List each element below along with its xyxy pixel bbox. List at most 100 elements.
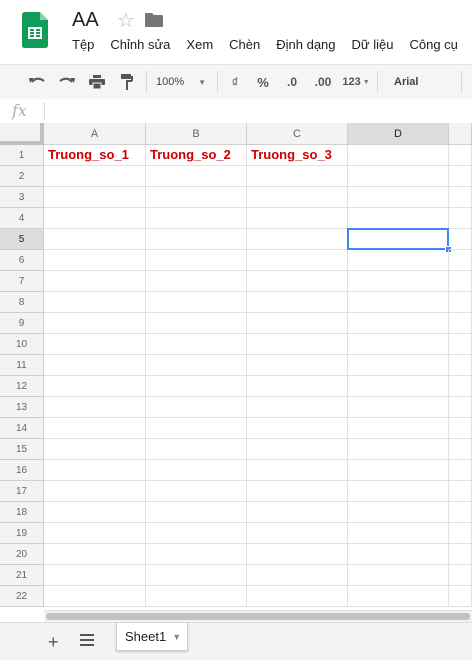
cell-c20[interactable] <box>247 544 348 565</box>
cell-c2[interactable] <box>247 166 348 187</box>
row-header-15[interactable]: 15 <box>0 439 44 460</box>
all-sheets-icon[interactable] <box>80 634 94 646</box>
cell-a17[interactable] <box>44 481 146 502</box>
row-header-3[interactable]: 3 <box>0 187 44 208</box>
increase-decimal-button[interactable]: .00 <box>310 65 336 99</box>
cell-a7[interactable] <box>44 271 146 292</box>
cell-c14[interactable] <box>247 418 348 439</box>
cell-a20[interactable] <box>44 544 146 565</box>
folder-icon[interactable] <box>145 13 163 27</box>
cell-e20[interactable] <box>449 544 472 565</box>
currency-format-button[interactable]: ₫ <box>226 65 244 99</box>
cell-d9[interactable] <box>348 313 449 334</box>
cell-b22[interactable] <box>146 586 247 607</box>
cell-e21[interactable] <box>449 565 472 586</box>
cell-e9[interactable] <box>449 313 472 334</box>
cell-b5[interactable] <box>146 229 247 250</box>
cell-d4[interactable] <box>348 208 449 229</box>
menu-view[interactable]: Xem <box>178 37 221 55</box>
cell-b15[interactable] <box>146 439 247 460</box>
decrease-decimal-button[interactable]: .0 <box>281 65 303 99</box>
cell-e11[interactable] <box>449 355 472 376</box>
cell-d2[interactable] <box>348 166 449 187</box>
cell-c4[interactable] <box>247 208 348 229</box>
cell-d11[interactable] <box>348 355 449 376</box>
cell-c19[interactable] <box>247 523 348 544</box>
cell-b6[interactable] <box>146 250 247 271</box>
cell-e19[interactable] <box>449 523 472 544</box>
cell-d13[interactable] <box>348 397 449 418</box>
cell-e17[interactable] <box>449 481 472 502</box>
row-header-20[interactable]: 20 <box>0 544 44 565</box>
font-family-select[interactable]: Arial <box>386 65 464 99</box>
row-header-11[interactable]: 11 <box>0 355 44 376</box>
cell-c10[interactable] <box>247 334 348 355</box>
cell-e14[interactable] <box>449 418 472 439</box>
cell-b20[interactable] <box>146 544 247 565</box>
cell-b9[interactable] <box>146 313 247 334</box>
paint-format-icon[interactable] <box>116 65 138 99</box>
cell-b16[interactable] <box>146 460 247 481</box>
cell-b18[interactable] <box>146 502 247 523</box>
star-icon[interactable]: ☆ <box>117 8 135 33</box>
row-header-22[interactable]: 22 <box>0 586 44 607</box>
cell-b10[interactable] <box>146 334 247 355</box>
cell-b7[interactable] <box>146 271 247 292</box>
print-icon[interactable] <box>86 65 108 99</box>
cell-a15[interactable] <box>44 439 146 460</box>
cell-a1[interactable]: Truong_so_1 <box>44 145 146 166</box>
cell-e2[interactable] <box>449 166 472 187</box>
cell-b11[interactable] <box>146 355 247 376</box>
row-header-18[interactable]: 18 <box>0 502 44 523</box>
cell-c15[interactable] <box>247 439 348 460</box>
column-header-e[interactable] <box>449 123 472 145</box>
row-header-7[interactable]: 7 <box>0 271 44 292</box>
cell-d5[interactable] <box>347 228 449 250</box>
cell-e4[interactable] <box>449 208 472 229</box>
menu-insert[interactable]: Chèn <box>221 37 268 55</box>
undo-icon[interactable] <box>26 65 48 99</box>
cell-d16[interactable] <box>348 460 449 481</box>
row-header-14[interactable]: 14 <box>0 418 44 439</box>
add-sheet-icon[interactable]: + <box>48 632 59 653</box>
column-header-a[interactable]: A <box>44 123 146 145</box>
cell-b3[interactable] <box>146 187 247 208</box>
more-formats-button[interactable]: 123 ▼ <box>340 65 372 99</box>
row-header-6[interactable]: 6 <box>0 250 44 271</box>
cell-b19[interactable] <box>146 523 247 544</box>
cell-b2[interactable] <box>146 166 247 187</box>
cell-a11[interactable] <box>44 355 146 376</box>
cell-a12[interactable] <box>44 376 146 397</box>
row-header-5[interactable]: 5 <box>0 229 44 250</box>
cell-e7[interactable] <box>449 271 472 292</box>
cell-e13[interactable] <box>449 397 472 418</box>
menu-file[interactable]: Tệp <box>64 37 102 55</box>
cell-d6[interactable] <box>348 250 449 271</box>
cell-a2[interactable] <box>44 166 146 187</box>
row-header-13[interactable]: 13 <box>0 397 44 418</box>
cell-c6[interactable] <box>247 250 348 271</box>
chevron-down-icon[interactable]: ▼ <box>172 632 181 642</box>
cell-c7[interactable] <box>247 271 348 292</box>
cell-b21[interactable] <box>146 565 247 586</box>
cell-d21[interactable] <box>348 565 449 586</box>
select-all-corner[interactable] <box>0 123 44 145</box>
sheets-logo-icon[interactable] <box>22 12 48 48</box>
row-header-12[interactable]: 12 <box>0 376 44 397</box>
cell-e12[interactable] <box>449 376 472 397</box>
cell-d12[interactable] <box>348 376 449 397</box>
row-header-4[interactable]: 4 <box>0 208 44 229</box>
cell-e1[interactable] <box>449 145 472 166</box>
cell-e18[interactable] <box>449 502 472 523</box>
cell-e8[interactable] <box>449 292 472 313</box>
cell-a3[interactable] <box>44 187 146 208</box>
row-header-17[interactable]: 17 <box>0 481 44 502</box>
cell-a19[interactable] <box>44 523 146 544</box>
cell-c18[interactable] <box>247 502 348 523</box>
cell-a22[interactable] <box>44 586 146 607</box>
cell-e6[interactable] <box>449 250 472 271</box>
cell-b1[interactable]: Truong_so_2 <box>146 145 247 166</box>
cell-e15[interactable] <box>449 439 472 460</box>
row-header-2[interactable]: 2 <box>0 166 44 187</box>
cell-e10[interactable] <box>449 334 472 355</box>
